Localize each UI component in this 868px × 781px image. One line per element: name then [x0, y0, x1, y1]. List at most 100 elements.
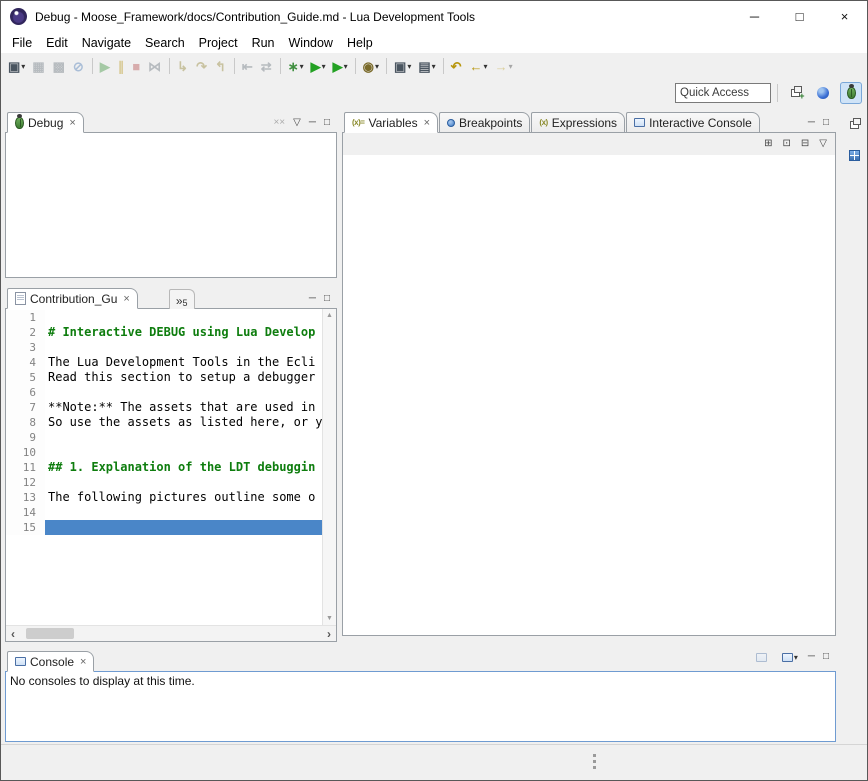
- menu-item[interactable]: Window: [282, 34, 340, 52]
- close-button[interactable]: ×: [822, 1, 867, 32]
- editor-vertical-scrollbar[interactable]: ▲ ▼: [322, 309, 336, 625]
- new-file-icon[interactable]: ▣▾: [391, 55, 414, 77]
- step-over-icon[interactable]: ↷: [193, 55, 211, 77]
- scrollbar-track[interactable]: [20, 626, 322, 641]
- application-window: Debug - Moose_Framework/docs/Contributio…: [0, 0, 868, 781]
- external-tools-icon[interactable]: ▶▾: [330, 55, 351, 77]
- remove-terminated-icon[interactable]: ××: [273, 118, 285, 128]
- menu-item[interactable]: Project: [192, 34, 245, 52]
- minimize-view-icon[interactable]: ─: [309, 118, 316, 128]
- search-icon[interactable]: ◉▾: [360, 55, 382, 77]
- variables-view-body[interactable]: [342, 155, 836, 636]
- open-console-icon: [782, 653, 793, 662]
- quick-access-input[interactable]: [675, 83, 771, 103]
- scroll-down-icon[interactable]: ▼: [323, 615, 336, 622]
- restore-view-button[interactable]: [844, 115, 864, 135]
- open-view-button[interactable]: [844, 145, 864, 165]
- editor-tabrow: Contribution_Gu × »5 ─ □: [5, 284, 337, 308]
- suspend-icon[interactable]: ∥: [115, 55, 129, 77]
- maximize-button[interactable]: □: [777, 1, 822, 32]
- line-number: 8: [6, 415, 45, 430]
- collapse-all-icon[interactable]: ⊟: [801, 139, 809, 149]
- step-return-icon[interactable]: ↰: [212, 55, 230, 77]
- debug-view-body[interactable]: [5, 132, 337, 278]
- new-icon[interactable]: ▣▾: [5, 55, 28, 77]
- scroll-left-icon[interactable]: ‹: [6, 628, 20, 640]
- view-menu-icon[interactable]: ▽: [293, 118, 301, 128]
- scrollbar-thumb[interactable]: [26, 628, 74, 639]
- close-tab-icon[interactable]: ×: [80, 656, 86, 668]
- skip-breakpoints-icon[interactable]: ⊘: [70, 55, 88, 77]
- show-logical-structure-icon[interactable]: ⊞: [764, 139, 772, 149]
- back-icon[interactable]: ←▾: [467, 55, 491, 77]
- tab-variables[interactable]: (x)= Variables ×: [344, 112, 438, 133]
- disconnect-icon[interactable]: ⋈: [145, 55, 165, 77]
- editor-text-area[interactable]: 1 2 # Interactive DEBUG using Lua Develo…: [6, 309, 322, 625]
- menu-item[interactable]: Edit: [39, 34, 75, 52]
- menu-item[interactable]: File: [5, 34, 39, 52]
- scroll-right-icon[interactable]: ›: [322, 628, 336, 640]
- minimize-view-icon[interactable]: ─: [808, 652, 815, 662]
- run-icon[interactable]: ▶▾: [308, 55, 329, 77]
- maximize-view-icon[interactable]: □: [823, 118, 829, 128]
- scroll-up-icon[interactable]: ▲: [323, 312, 336, 319]
- line-text: [45, 475, 322, 490]
- editor-line: 7 **Note:** The assets that are used in: [6, 400, 322, 415]
- editor-body: 1 2 # Interactive DEBUG using Lua Develo…: [5, 308, 337, 642]
- save-all-icon[interactable]: ▩: [50, 55, 69, 77]
- minimize-view-icon[interactable]: ─: [309, 294, 316, 304]
- editor-horizontal-scrollbar[interactable]: ‹ ›: [6, 625, 336, 641]
- right-view-controls: ─ □: [808, 118, 836, 132]
- variables-icon: (x)=: [352, 118, 364, 127]
- toolbar-separator: [355, 58, 356, 74]
- terminate-icon[interactable]: ■: [129, 55, 144, 77]
- tab-console[interactable]: Console ×: [7, 651, 94, 672]
- open-perspective-button[interactable]: [784, 82, 806, 104]
- resume-icon[interactable]: ▶: [97, 55, 114, 77]
- step-filters-icon[interactable]: ⇄: [258, 55, 276, 77]
- sash-handle[interactable]: [593, 754, 596, 769]
- menu-item[interactable]: Search: [138, 34, 192, 52]
- minimize-view-icon[interactable]: ─: [808, 118, 815, 128]
- close-tab-icon[interactable]: ×: [424, 117, 430, 129]
- menu-item[interactable]: Help: [340, 34, 380, 52]
- editor-line: 14: [6, 505, 322, 520]
- editor-line: 13 The following pictures outline some o: [6, 490, 322, 505]
- variables-toolbar: ⊞ ⊡ ⊟ ▽: [342, 132, 836, 156]
- maximize-view-icon[interactable]: □: [324, 118, 330, 128]
- tab-label: Expressions: [552, 116, 617, 130]
- line-number: 4: [6, 355, 45, 370]
- tab-expressions[interactable]: (x) Expressions: [531, 112, 625, 133]
- toolbar-separator: [777, 84, 778, 102]
- drop-to-frame-icon[interactable]: ⇤: [239, 55, 257, 77]
- toolbar-separator: [92, 58, 93, 74]
- open-console-button[interactable]: ▾: [780, 647, 800, 667]
- maximize-view-icon[interactable]: □: [823, 652, 829, 662]
- maximize-view-icon[interactable]: □: [324, 294, 330, 304]
- tab-breakpoints[interactable]: Breakpoints: [439, 112, 530, 133]
- tab-contribution-guide[interactable]: Contribution_Gu ×: [7, 288, 138, 309]
- load-contents-icon[interactable]: ⊡: [783, 139, 791, 149]
- close-tab-icon[interactable]: ×: [69, 117, 75, 129]
- forward-icon[interactable]: →▾: [492, 55, 516, 77]
- last-edit-location-icon[interactable]: ↶: [448, 55, 466, 77]
- line-text: **Note:** The assets that are used in: [45, 400, 322, 415]
- tab-interactive-console[interactable]: Interactive Console: [626, 112, 760, 133]
- debug-icon[interactable]: ∗▾: [285, 55, 307, 77]
- view-menu-icon[interactable]: ▽: [819, 139, 827, 149]
- menu-item[interactable]: Run: [245, 34, 282, 52]
- tab-debug[interactable]: Debug ×: [7, 112, 84, 133]
- open-wizard-icon[interactable]: ▤▾: [415, 55, 438, 77]
- perspective-button-ldt[interactable]: [812, 82, 834, 104]
- perspective-button-debug[interactable]: [840, 82, 862, 104]
- menu-item[interactable]: Navigate: [75, 34, 138, 52]
- minimize-button[interactable]: ─: [732, 1, 777, 32]
- step-into-icon[interactable]: ↳: [174, 55, 192, 77]
- save-icon[interactable]: ▦: [29, 55, 48, 77]
- toolbar-separator: [386, 58, 387, 74]
- display-selected-console-button[interactable]: [752, 647, 772, 667]
- hidden-editors-chevron[interactable]: »5: [169, 289, 195, 309]
- tab-label: Console: [30, 655, 74, 669]
- console-body[interactable]: No consoles to display at this time.: [5, 671, 836, 742]
- close-tab-icon[interactable]: ×: [123, 293, 129, 305]
